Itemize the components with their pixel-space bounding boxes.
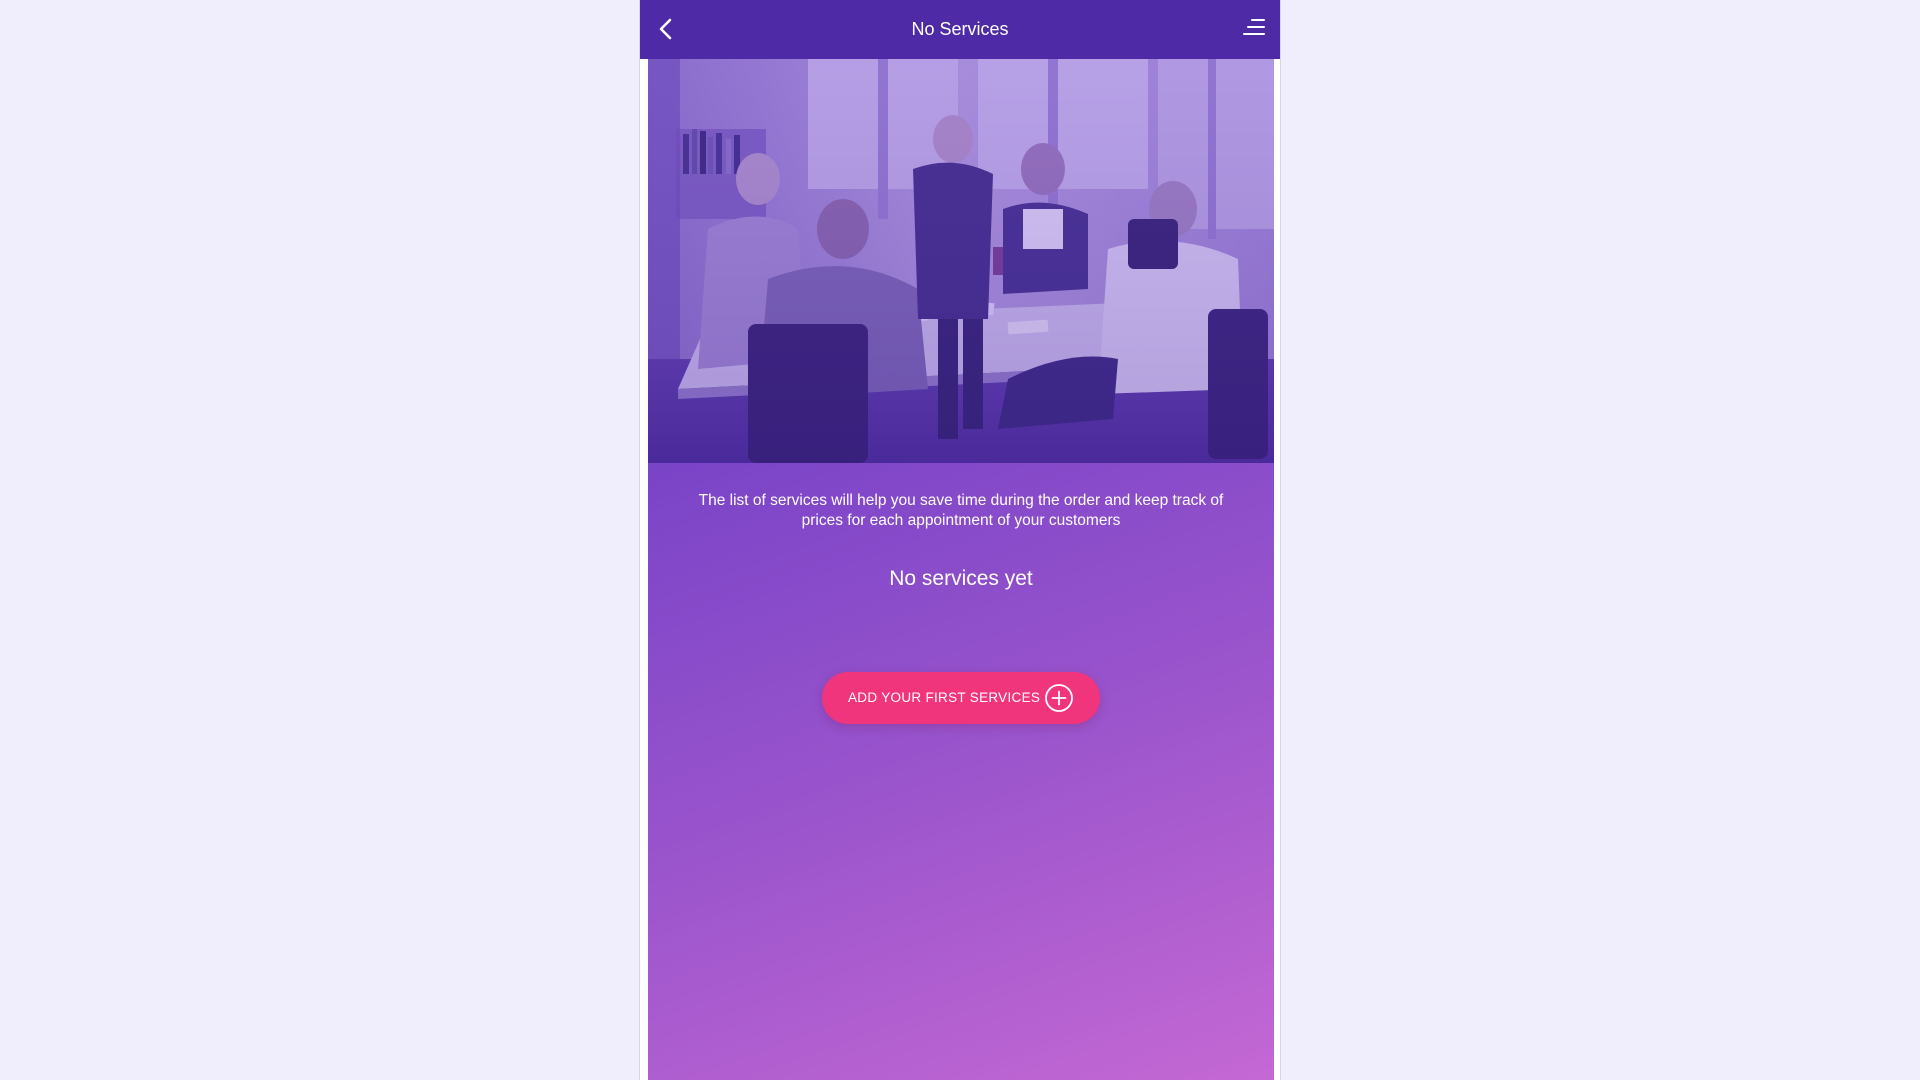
menu-icon xyxy=(1243,19,1265,35)
empty-state-title: No services yet xyxy=(889,567,1033,590)
top-bar: No Services xyxy=(640,0,1280,59)
team-meeting-photo xyxy=(648,59,1274,463)
empty-state-description: The list of services will help you save … xyxy=(698,492,1224,529)
page-title: No Services xyxy=(911,19,1009,39)
add-first-service-label: ADD YOUR FIRST SERVICES xyxy=(848,690,1041,705)
plus-circle-icon xyxy=(1045,684,1073,712)
app-frame: No Services The list of services will he… xyxy=(639,0,1281,1080)
hero-image xyxy=(648,59,1274,463)
empty-state-card: The list of services will help you save … xyxy=(648,59,1274,1080)
menu-button[interactable] xyxy=(1240,15,1268,43)
add-first-service-button[interactable]: ADD YOUR FIRST SERVICES xyxy=(822,672,1100,724)
